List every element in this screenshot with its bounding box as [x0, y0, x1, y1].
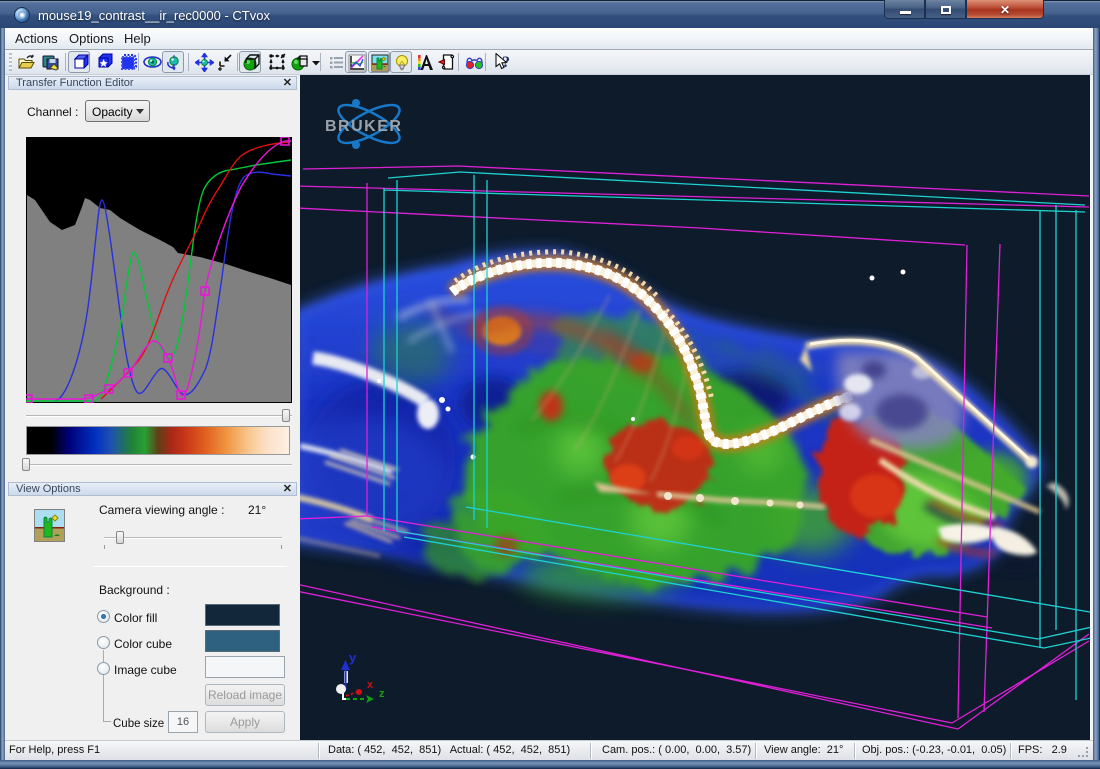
svg-text:y: y — [349, 650, 357, 665]
svg-text:BRUKER: BRUKER — [325, 118, 402, 135]
svg-text:x: x — [367, 679, 374, 691]
svg-text:z: z — [379, 688, 385, 700]
